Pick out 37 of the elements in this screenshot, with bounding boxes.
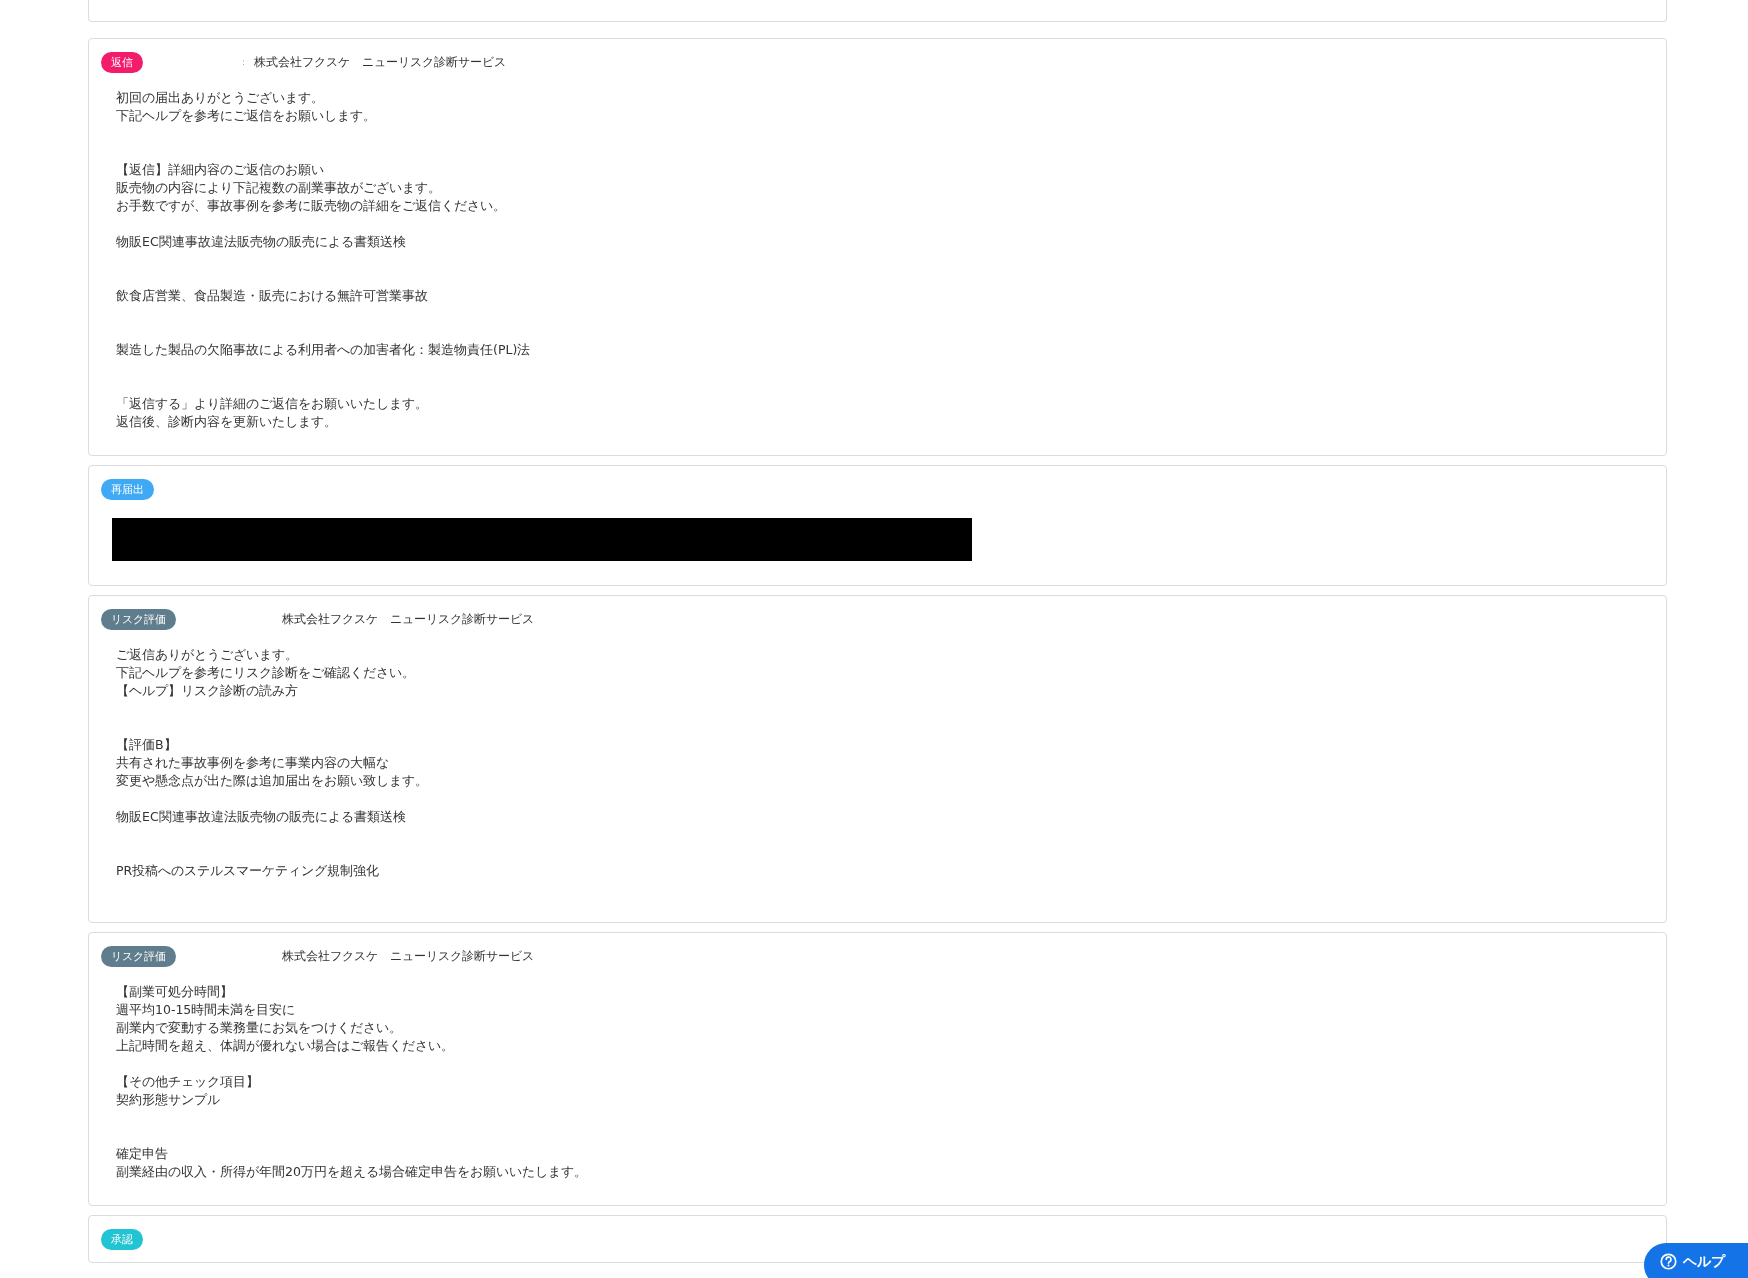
help-icon	[1660, 1253, 1677, 1270]
sender-name: 株式会社フクスケ ニューリスク診断サービス	[254, 53, 506, 71]
text-line: 販売物の内容により下記複数の副業事故がございます。	[116, 179, 442, 197]
text-line: 共有された事故事例を参考に事業内容の大幅な	[116, 754, 390, 772]
separator: ：	[239, 55, 248, 69]
text-line: 【その他チェック項目】	[116, 1073, 260, 1091]
text-line: 返信後、診断内容を更新いたします。	[116, 413, 338, 431]
text-line: 契約形態サンプル	[116, 1091, 221, 1109]
text-line: PR投稿へのステルスマーケティング規制強化	[116, 862, 381, 880]
text-line: 物販EC関連事故違法販売物の販売による書類送検	[116, 808, 407, 826]
text-line: 物販EC関連事故違法販売物の販売による書類送検	[116, 233, 407, 251]
status-badge: リスク評価	[101, 608, 176, 630]
text-line: 「返信する」より詳細のご返信をお願いいたします。	[116, 395, 429, 413]
sender-name: 株式会社フクスケ ニューリスク診断サービス	[282, 610, 534, 628]
status-badge: リスク評価	[101, 945, 176, 967]
status-badge: 返信	[101, 51, 143, 73]
help-button[interactable]: ヘルプ	[1644, 1243, 1748, 1278]
text-line: 初回の届出ありがとうございます。	[116, 89, 325, 107]
sender-name: 株式会社フクスケ ニューリスク診断サービス	[282, 947, 534, 965]
text-line: お手数ですが、事故事例を参考に販売物の詳細をご返信ください。	[116, 197, 507, 215]
text-line: 副業経由の収入・所得が年間20万円を超える場合確定申告をお願いいたします。	[116, 1163, 588, 1181]
text-line: 【ヘルプ】リスク診断の読み方	[116, 682, 299, 700]
text-line: 飲食店営業、食品製造・販売における無許可営業事故	[116, 287, 429, 305]
status-badge: 承認	[101, 1228, 143, 1250]
text-line: 上記時間を超え、体調が優れない場合はご報告ください。	[116, 1037, 455, 1055]
text-line: 下記ヘルプを参考にリスク診断をご確認ください。	[116, 664, 416, 682]
text-line: 週平均10-15時間未満を目安に	[116, 1001, 297, 1019]
text-line: 下記ヘルプを参考にご返信をお願いします。	[116, 107, 377, 125]
text-line: 【返信】詳細内容のご返信のお願い	[116, 161, 325, 179]
text-line: 製造した製品の欠陥事故による利用者への加害者化：製造物責任(PL)法	[116, 341, 532, 359]
text-line: 副業内で変動する業務量にお気をつけください。	[116, 1019, 403, 1037]
status-badge: 再届出	[101, 478, 154, 500]
text-line: 【評価B】	[116, 736, 178, 754]
text-line: 確定申告	[116, 1145, 169, 1163]
text-line: 【副業可処分時間】	[116, 983, 234, 1001]
text-line: 変更や懸念点が出た際は追加届出をお願い致します。	[116, 772, 429, 790]
text-line: ご返信ありがとうございます。	[116, 646, 299, 664]
